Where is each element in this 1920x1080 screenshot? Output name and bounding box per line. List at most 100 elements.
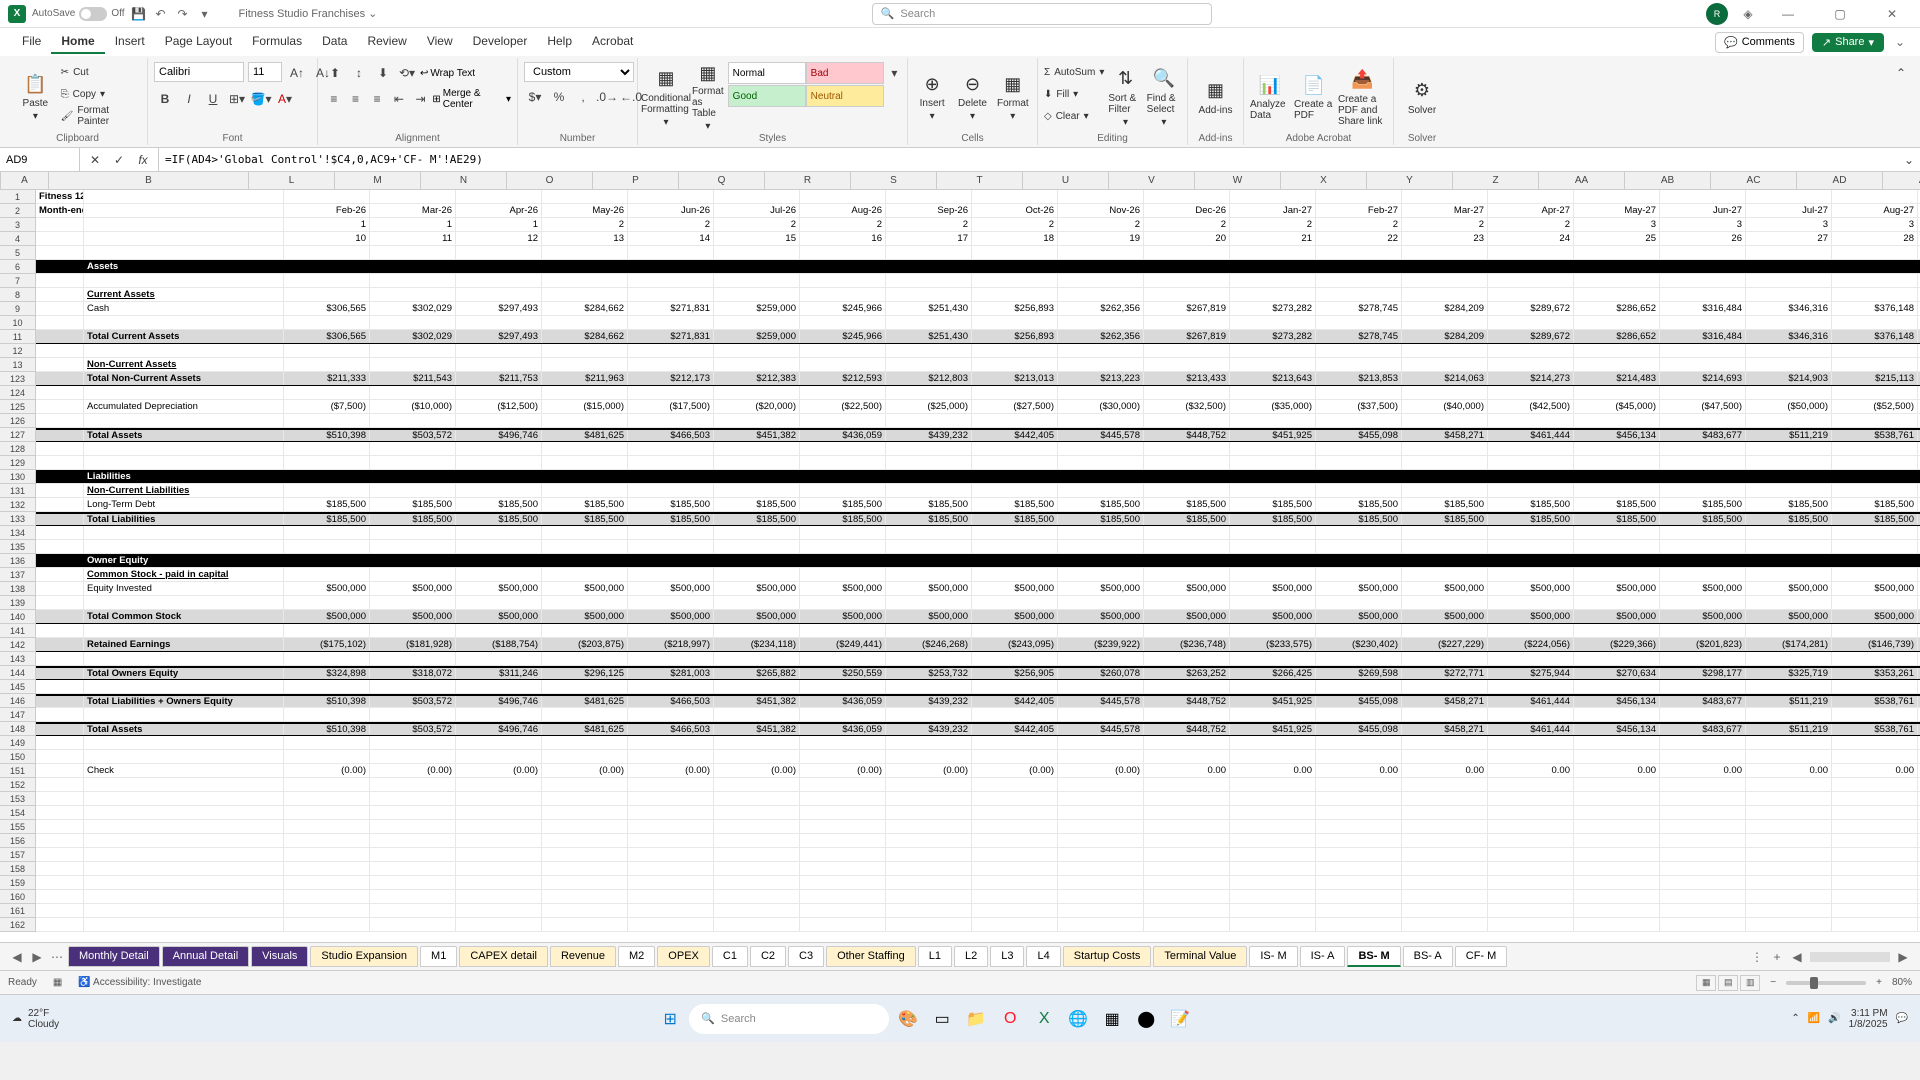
cell[interactable] [800, 442, 886, 455]
cell[interactable]: 11 [370, 232, 456, 245]
row-header-135[interactable]: 135 [0, 540, 36, 554]
cell[interactable] [284, 904, 370, 917]
wifi-icon[interactable]: 📶 [1808, 1013, 1820, 1024]
cell[interactable] [1746, 484, 1832, 497]
cell[interactable] [1058, 876, 1144, 889]
cell[interactable] [1746, 554, 1832, 567]
cell[interactable] [800, 484, 886, 497]
cell[interactable]: Liabilities [84, 470, 284, 483]
cell[interactable] [370, 288, 456, 301]
cell[interactable] [1316, 190, 1402, 203]
cell[interactable]: ($201,823) [1660, 638, 1746, 651]
row-header-134[interactable]: 134 [0, 526, 36, 540]
cell[interactable] [1316, 680, 1402, 693]
row-header-132[interactable]: 132 [0, 498, 36, 512]
cell[interactable] [800, 848, 886, 861]
page-layout-view-icon[interactable]: ▤ [1718, 975, 1738, 991]
cell[interactable] [1144, 344, 1230, 357]
align-middle-icon[interactable]: ↕ [348, 62, 370, 84]
cell[interactable] [800, 568, 886, 581]
cell[interactable] [36, 680, 84, 693]
cell[interactable]: 1 [370, 218, 456, 231]
row-header-162[interactable]: 162 [0, 918, 36, 932]
cell[interactable] [84, 708, 284, 721]
cell[interactable] [36, 232, 84, 245]
cell[interactable] [1058, 806, 1144, 819]
cell[interactable]: 2 [1316, 218, 1402, 231]
cell[interactable] [36, 246, 84, 259]
sheet-tab-studio-expansion[interactable]: Studio Expansion [310, 946, 418, 967]
cell[interactable]: $461,444 [1488, 724, 1574, 735]
cell[interactable]: ($17,500) [628, 400, 714, 413]
cell[interactable] [284, 358, 370, 371]
cell[interactable] [1058, 190, 1144, 203]
sheet-tab-l4[interactable]: L4 [1026, 946, 1060, 967]
cell[interactable] [1574, 568, 1660, 581]
cell[interactable] [1488, 806, 1574, 819]
cell[interactable] [1832, 848, 1918, 861]
cell[interactable] [1832, 596, 1918, 609]
cell[interactable] [1144, 260, 1230, 273]
undo-icon[interactable]: ↶ [153, 6, 169, 22]
cell[interactable] [84, 414, 284, 427]
cell[interactable] [972, 386, 1058, 399]
cell[interactable] [1574, 456, 1660, 469]
cell[interactable] [1574, 246, 1660, 259]
page-break-view-icon[interactable]: ▥ [1740, 975, 1760, 991]
cell[interactable]: May-27 [1574, 204, 1660, 217]
cell[interactable] [628, 316, 714, 329]
cell[interactable] [1746, 344, 1832, 357]
cell[interactable] [1230, 652, 1316, 665]
cell[interactable]: ($20,000) [714, 400, 800, 413]
cell[interactable] [456, 624, 542, 637]
col-header-B[interactable]: B [49, 172, 249, 189]
cell[interactable] [1402, 274, 1488, 287]
cell[interactable]: 0.00 [1402, 764, 1488, 777]
cell[interactable] [542, 890, 628, 903]
cell[interactable] [1574, 708, 1660, 721]
cell[interactable] [36, 498, 84, 511]
cell[interactable]: $500,000 [628, 610, 714, 623]
cell[interactable] [1488, 680, 1574, 693]
cell[interactable] [1488, 778, 1574, 791]
cell[interactable] [1832, 736, 1918, 749]
app-icon-1[interactable]: ▦ [1097, 1004, 1127, 1034]
style-good[interactable]: Good [728, 85, 806, 107]
cell[interactable]: 0.00 [1488, 764, 1574, 777]
cell[interactable] [1402, 414, 1488, 427]
cell[interactable] [1660, 344, 1746, 357]
cell[interactable]: $185,500 [1402, 498, 1488, 511]
row-header-138[interactable]: 138 [0, 582, 36, 596]
cell[interactable]: 3 [1660, 218, 1746, 231]
cell[interactable] [542, 596, 628, 609]
cell[interactable] [714, 624, 800, 637]
cell[interactable] [456, 386, 542, 399]
paste-button[interactable]: 📋Paste▾ [14, 62, 57, 132]
cell[interactable] [1402, 260, 1488, 273]
row-header-148[interactable]: 148 [0, 722, 36, 736]
cell[interactable] [36, 764, 84, 777]
cell[interactable]: 2 [1144, 218, 1230, 231]
cell[interactable] [1746, 470, 1832, 483]
cell[interactable] [1230, 736, 1316, 749]
cell[interactable]: $500,000 [886, 610, 972, 623]
cell[interactable]: $451,925 [1230, 430, 1316, 441]
row-header-158[interactable]: 158 [0, 862, 36, 876]
cell[interactable]: $538,761 [1832, 430, 1918, 441]
cell[interactable] [36, 890, 84, 903]
cell[interactable] [628, 274, 714, 287]
cell[interactable] [1230, 890, 1316, 903]
cell[interactable]: $213,853 [1316, 372, 1402, 385]
cell[interactable] [1832, 344, 1918, 357]
tab-list-icon[interactable]: ⋮ [1748, 948, 1766, 966]
cell[interactable] [1402, 484, 1488, 497]
cell[interactable] [1832, 834, 1918, 847]
cell[interactable]: 20 [1144, 232, 1230, 245]
cell[interactable] [84, 204, 284, 217]
cell[interactable]: 0.00 [1660, 764, 1746, 777]
cell[interactable] [1746, 246, 1832, 259]
cell[interactable]: $297,493 [456, 330, 542, 343]
cell[interactable]: Accumulated Depreciation [84, 400, 284, 413]
cell[interactable] [972, 890, 1058, 903]
cell[interactable] [542, 540, 628, 553]
